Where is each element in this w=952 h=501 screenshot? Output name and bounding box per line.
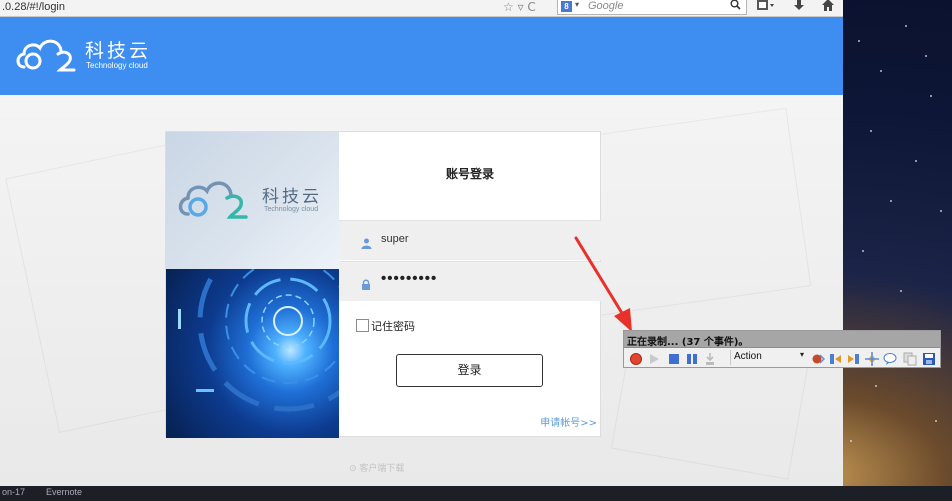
cloud-logo-icon — [176, 174, 250, 224]
search-engine-dropdown-icon[interactable]: ▾ — [575, 0, 579, 9]
remember-checkbox[interactable] — [356, 319, 369, 332]
login-page: 科技云 Technology cloud 科技云 Technology clou… — [0, 17, 843, 486]
play-icon[interactable] — [647, 351, 661, 365]
address-bar: .0.28/#!/login ☆ ▿ C 8 ▾ Google — [0, 0, 843, 17]
art-logo-title: 科技云 — [262, 187, 322, 207]
username-value[interactable]: super — [381, 233, 409, 245]
art-logo-subtitle: Technology cloud — [264, 206, 319, 213]
login-card: 科技云 Technology cloud 账号登录 super ••••••••… — [165, 131, 601, 438]
url-bar-icons[interactable]: ☆ ▿ C — [503, 0, 536, 14]
password-value[interactable]: ••••••••• — [381, 270, 437, 287]
login-form: 账号登录 super ••••••••• 记住密码 登录 申请帐号>> — [339, 132, 601, 438]
browser-window: .0.28/#!/login ☆ ▿ C 8 ▾ Google 科技云 Tech… — [0, 0, 843, 486]
taskbar-item[interactable]: Evernote — [46, 487, 82, 497]
client-download-link[interactable]: ⊙ 客户端下载 — [349, 461, 404, 474]
validate-icon[interactable] — [847, 351, 861, 365]
logo-title: 科技云 — [85, 40, 152, 62]
settings-icon[interactable] — [865, 351, 879, 366]
cloud-logo-icon — [14, 33, 78, 77]
logo-subtitle: Technology cloud — [86, 61, 148, 70]
site-header: 科技云 Technology cloud — [0, 17, 843, 95]
user-icon — [361, 234, 372, 253]
comment-icon[interactable] — [883, 351, 897, 365]
form-title: 账号登录 — [445, 167, 494, 181]
action-select-value: Action — [734, 351, 762, 362]
apply-account-link[interactable]: 申请帐号>> — [540, 414, 597, 429]
download-icon[interactable] — [792, 0, 806, 16]
remember-label[interactable]: 记住密码 — [371, 318, 431, 334]
chevron-down-icon: ▾ — [799, 350, 804, 359]
login-button[interactable]: 登录 — [396, 354, 543, 387]
action-select[interactable]: Action ▾ — [730, 350, 806, 365]
login-art-panel: 科技云 Technology cloud — [166, 132, 339, 438]
copy-icon[interactable] — [903, 351, 917, 366]
recorder-toolbar: Action ▾ — [624, 349, 940, 367]
search-box[interactable]: 8 ▾ Google — [557, 0, 747, 15]
screen: .0.28/#!/login ☆ ▿ C 8 ▾ Google 科技云 Tech… — [0, 0, 952, 501]
insert-action-icon[interactable] — [811, 351, 826, 365]
save-script-icon[interactable] — [922, 351, 936, 365]
step-icon[interactable] — [703, 351, 717, 365]
password-field[interactable]: ••••••••• — [339, 261, 601, 301]
lock-icon — [361, 275, 371, 294]
recorder-title[interactable]: 正在录制... (37 个事件)。 — [624, 331, 940, 348]
stop-icon[interactable] — [667, 351, 681, 365]
search-icon[interactable] — [730, 0, 741, 13]
search-placeholder: Google — [588, 0, 624, 12]
checkpoint-icon[interactable] — [829, 351, 843, 365]
recorder-panel: 正在录制... (37 个事件)。 Action ▾ — [623, 330, 941, 368]
red-annotation-arrow — [574, 236, 632, 332]
google-g-icon[interactable]: 8 — [561, 1, 572, 12]
taskbar: on-17 Evernote — [0, 486, 952, 501]
record-icon[interactable] — [629, 351, 643, 365]
username-field[interactable]: super — [339, 220, 601, 260]
bookmark-menu-icon[interactable] — [756, 0, 776, 16]
taskbar-item[interactable]: on-17 — [2, 487, 25, 497]
pause-icon[interactable] — [685, 351, 699, 365]
home-icon[interactable] — [821, 0, 835, 16]
tech-circle-image — [166, 230, 339, 438]
url-field[interactable]: .0.28/#!/login — [2, 1, 65, 13]
